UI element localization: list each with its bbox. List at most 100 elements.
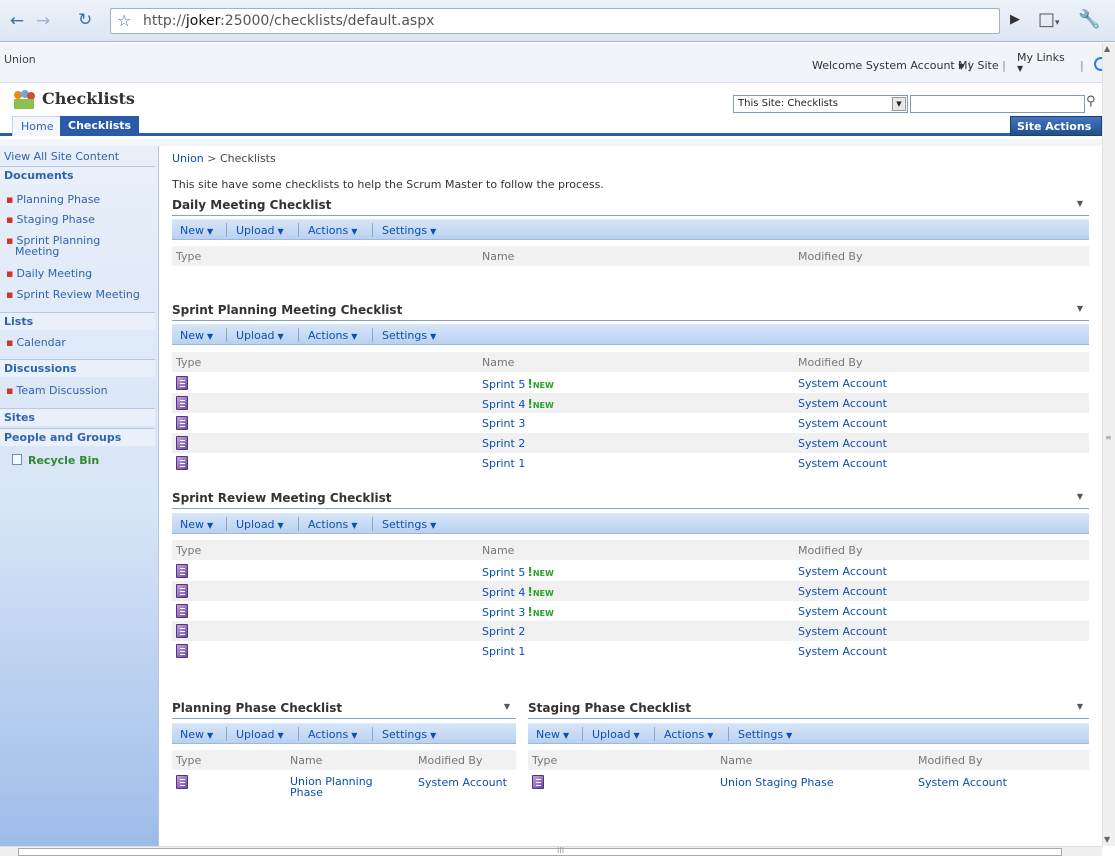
nav-item-planning-phase[interactable]: ▪ Planning Phase <box>6 194 100 205</box>
column-type[interactable]: Type <box>176 754 201 767</box>
document-icon[interactable] <box>176 436 188 450</box>
table-row[interactable]: Sprint 3 !NEW System Account <box>172 601 1089 621</box>
forward-icon[interactable]: → <box>32 10 54 32</box>
column-modified-by[interactable]: Modified By <box>798 356 863 369</box>
document-icon[interactable] <box>176 376 188 390</box>
column-modified-by[interactable]: Modified By <box>418 754 483 767</box>
column-type[interactable]: Type <box>176 250 201 263</box>
site-actions-button[interactable]: Site Actions ▼ <box>1010 116 1102 145</box>
table-row[interactable]: Sprint 2 System Account <box>172 621 1089 641</box>
scroll-grip-icon[interactable]: ≡ <box>1105 433 1112 442</box>
column-modified-by[interactable]: Modified By <box>918 754 983 767</box>
upload-button[interactable]: Upload ▼ <box>236 329 284 342</box>
scroll-down-icon[interactable]: ▼ <box>1104 835 1110 844</box>
table-row[interactable]: Sprint 3 System Account <box>172 413 1089 433</box>
actions-button[interactable]: Actions ▼ <box>308 518 357 531</box>
page-menu-icon[interactable]: □▾ <box>1038 9 1060 30</box>
back-icon[interactable]: ← <box>6 10 28 32</box>
actions-button[interactable]: Actions ▼ <box>308 329 357 342</box>
document-name-link[interactable]: Union Staging Phase <box>720 776 834 789</box>
settings-button[interactable]: Settings ▼ <box>382 224 436 237</box>
modified-by-link[interactable]: System Account <box>798 645 887 658</box>
recycle-bin-link[interactable]: Recycle Bin <box>12 454 99 467</box>
settings-button[interactable]: Settings ▼ <box>382 728 436 741</box>
nav-item-daily-meeting[interactable]: ▪ Daily Meeting <box>6 268 92 279</box>
modified-by-link[interactable]: System Account <box>798 605 887 618</box>
chevron-down-icon[interactable]: ▼ <box>1077 492 1083 501</box>
modified-by-link[interactable]: System Account <box>798 585 887 598</box>
table-row[interactable]: Sprint 2 System Account <box>172 433 1089 453</box>
document-name-link[interactable]: Sprint 4 !NEW <box>482 397 554 411</box>
settings-button[interactable]: Settings ▼ <box>738 728 792 741</box>
document-name-link[interactable]: Sprint 3 !NEW <box>482 605 554 619</box>
search-input[interactable] <box>910 95 1085 113</box>
nav-heading-lists[interactable]: Lists <box>0 312 155 330</box>
document-name-link[interactable]: Sprint 4 !NEW <box>482 585 554 599</box>
new-button[interactable]: New ▼ <box>536 728 569 741</box>
column-type[interactable]: Type <box>176 356 201 369</box>
document-icon[interactable] <box>176 604 188 618</box>
nav-heading-sites[interactable]: Sites <box>0 408 155 426</box>
welcome-menu[interactable]: Welcome System Account ▼ | <box>812 59 972 72</box>
actions-button[interactable]: Actions ▼ <box>308 224 357 237</box>
table-row[interactable]: Sprint 1 System Account <box>172 641 1089 661</box>
column-modified-by[interactable]: Modified By <box>798 250 863 263</box>
document-icon[interactable] <box>176 416 188 430</box>
nav-item-staging-phase[interactable]: ▪ Staging Phase <box>6 214 95 225</box>
view-all-site-content-link[interactable]: View All Site Content <box>4 150 119 163</box>
search-icon[interactable]: ⚲ <box>1086 94 1096 109</box>
table-row[interactable]: Sprint 5 !NEW System Account <box>172 561 1089 581</box>
table-row[interactable]: Sprint 1 System Account <box>172 453 1089 473</box>
url-text[interactable]: http://joker:25000/checklists/default.as… <box>143 13 434 29</box>
document-icon[interactable] <box>176 775 188 789</box>
modified-by-link[interactable]: System Account <box>798 565 887 578</box>
new-button[interactable]: New ▼ <box>180 329 213 342</box>
chevron-down-icon[interactable]: ▼ <box>1077 304 1083 313</box>
settings-button[interactable]: Settings ▼ <box>382 329 436 342</box>
reload-icon[interactable]: ↻ <box>78 10 92 30</box>
document-name-link[interactable]: Sprint 2 <box>482 437 525 450</box>
modified-by-link[interactable]: System Account <box>798 625 887 638</box>
my-links-menu[interactable]: My Links ▼ <box>1017 52 1065 74</box>
column-modified-by[interactable]: Modified By <box>798 544 863 557</box>
my-site-link[interactable]: My Site | <box>958 59 1006 72</box>
table-row[interactable]: Sprint 4 !NEW System Account <box>172 393 1089 413</box>
modified-by-link[interactable]: System Account <box>798 417 887 430</box>
tab-home[interactable]: Home <box>12 116 63 136</box>
new-button[interactable]: New ▼ <box>180 518 213 531</box>
modified-by-link[interactable]: System Account <box>798 377 887 390</box>
document-name-link[interactable]: Sprint 1 <box>482 457 525 470</box>
document-name-link[interactable]: Sprint 3 <box>482 417 525 430</box>
modified-by-link[interactable]: System Account <box>798 437 887 450</box>
column-name[interactable]: Name <box>482 250 514 263</box>
column-name[interactable]: Name <box>482 356 514 369</box>
nav-item-sprint-planning-meeting[interactable]: ▪ Sprint Planning Meeting <box>6 235 100 257</box>
document-icon[interactable] <box>176 564 188 578</box>
nav-item-calendar[interactable]: ▪ Calendar <box>6 337 66 348</box>
modified-by-link[interactable]: System Account <box>418 776 507 789</box>
address-bar[interactable]: ☆ http://joker:25000/checklists/default.… <box>110 8 1000 34</box>
nav-heading-people-and-groups[interactable]: People and Groups <box>0 428 155 446</box>
table-row[interactable]: Sprint 5 !NEW System Account <box>172 373 1089 393</box>
document-name-link[interactable]: Sprint 5 !NEW <box>482 377 554 391</box>
table-row[interactable]: Union Planning Phase System Account <box>172 772 516 806</box>
chevron-down-icon[interactable]: ▼ <box>892 97 906 111</box>
document-icon[interactable] <box>176 584 188 598</box>
tab-checklists[interactable]: Checklists <box>60 116 140 136</box>
column-name[interactable]: Name <box>290 754 322 767</box>
settings-button[interactable]: Settings ▼ <box>382 518 436 531</box>
column-type[interactable]: Type <box>532 754 557 767</box>
table-row[interactable]: Sprint 4 !NEW System Account <box>172 581 1089 601</box>
horizontal-scroll-thumb[interactable]: III <box>18 846 1062 856</box>
horizontal-scrollbar[interactable]: III <box>0 846 1102 856</box>
document-name-link[interactable]: Union Planning Phase <box>290 776 373 798</box>
modified-by-link[interactable]: System Account <box>798 397 887 410</box>
actions-button[interactable]: Actions ▼ <box>664 728 713 741</box>
nav-item-sprint-review-meeting[interactable]: ▪ Sprint Review Meeting <box>6 289 140 300</box>
go-arrow-icon[interactable]: ▶ <box>1010 12 1020 27</box>
top-site-link[interactable]: Union <box>4 53 36 66</box>
table-row[interactable]: Union Staging Phase System Account <box>528 772 1089 792</box>
upload-button[interactable]: Upload ▼ <box>236 728 284 741</box>
column-type[interactable]: Type <box>176 544 201 557</box>
actions-button[interactable]: Actions ▼ <box>308 728 357 741</box>
